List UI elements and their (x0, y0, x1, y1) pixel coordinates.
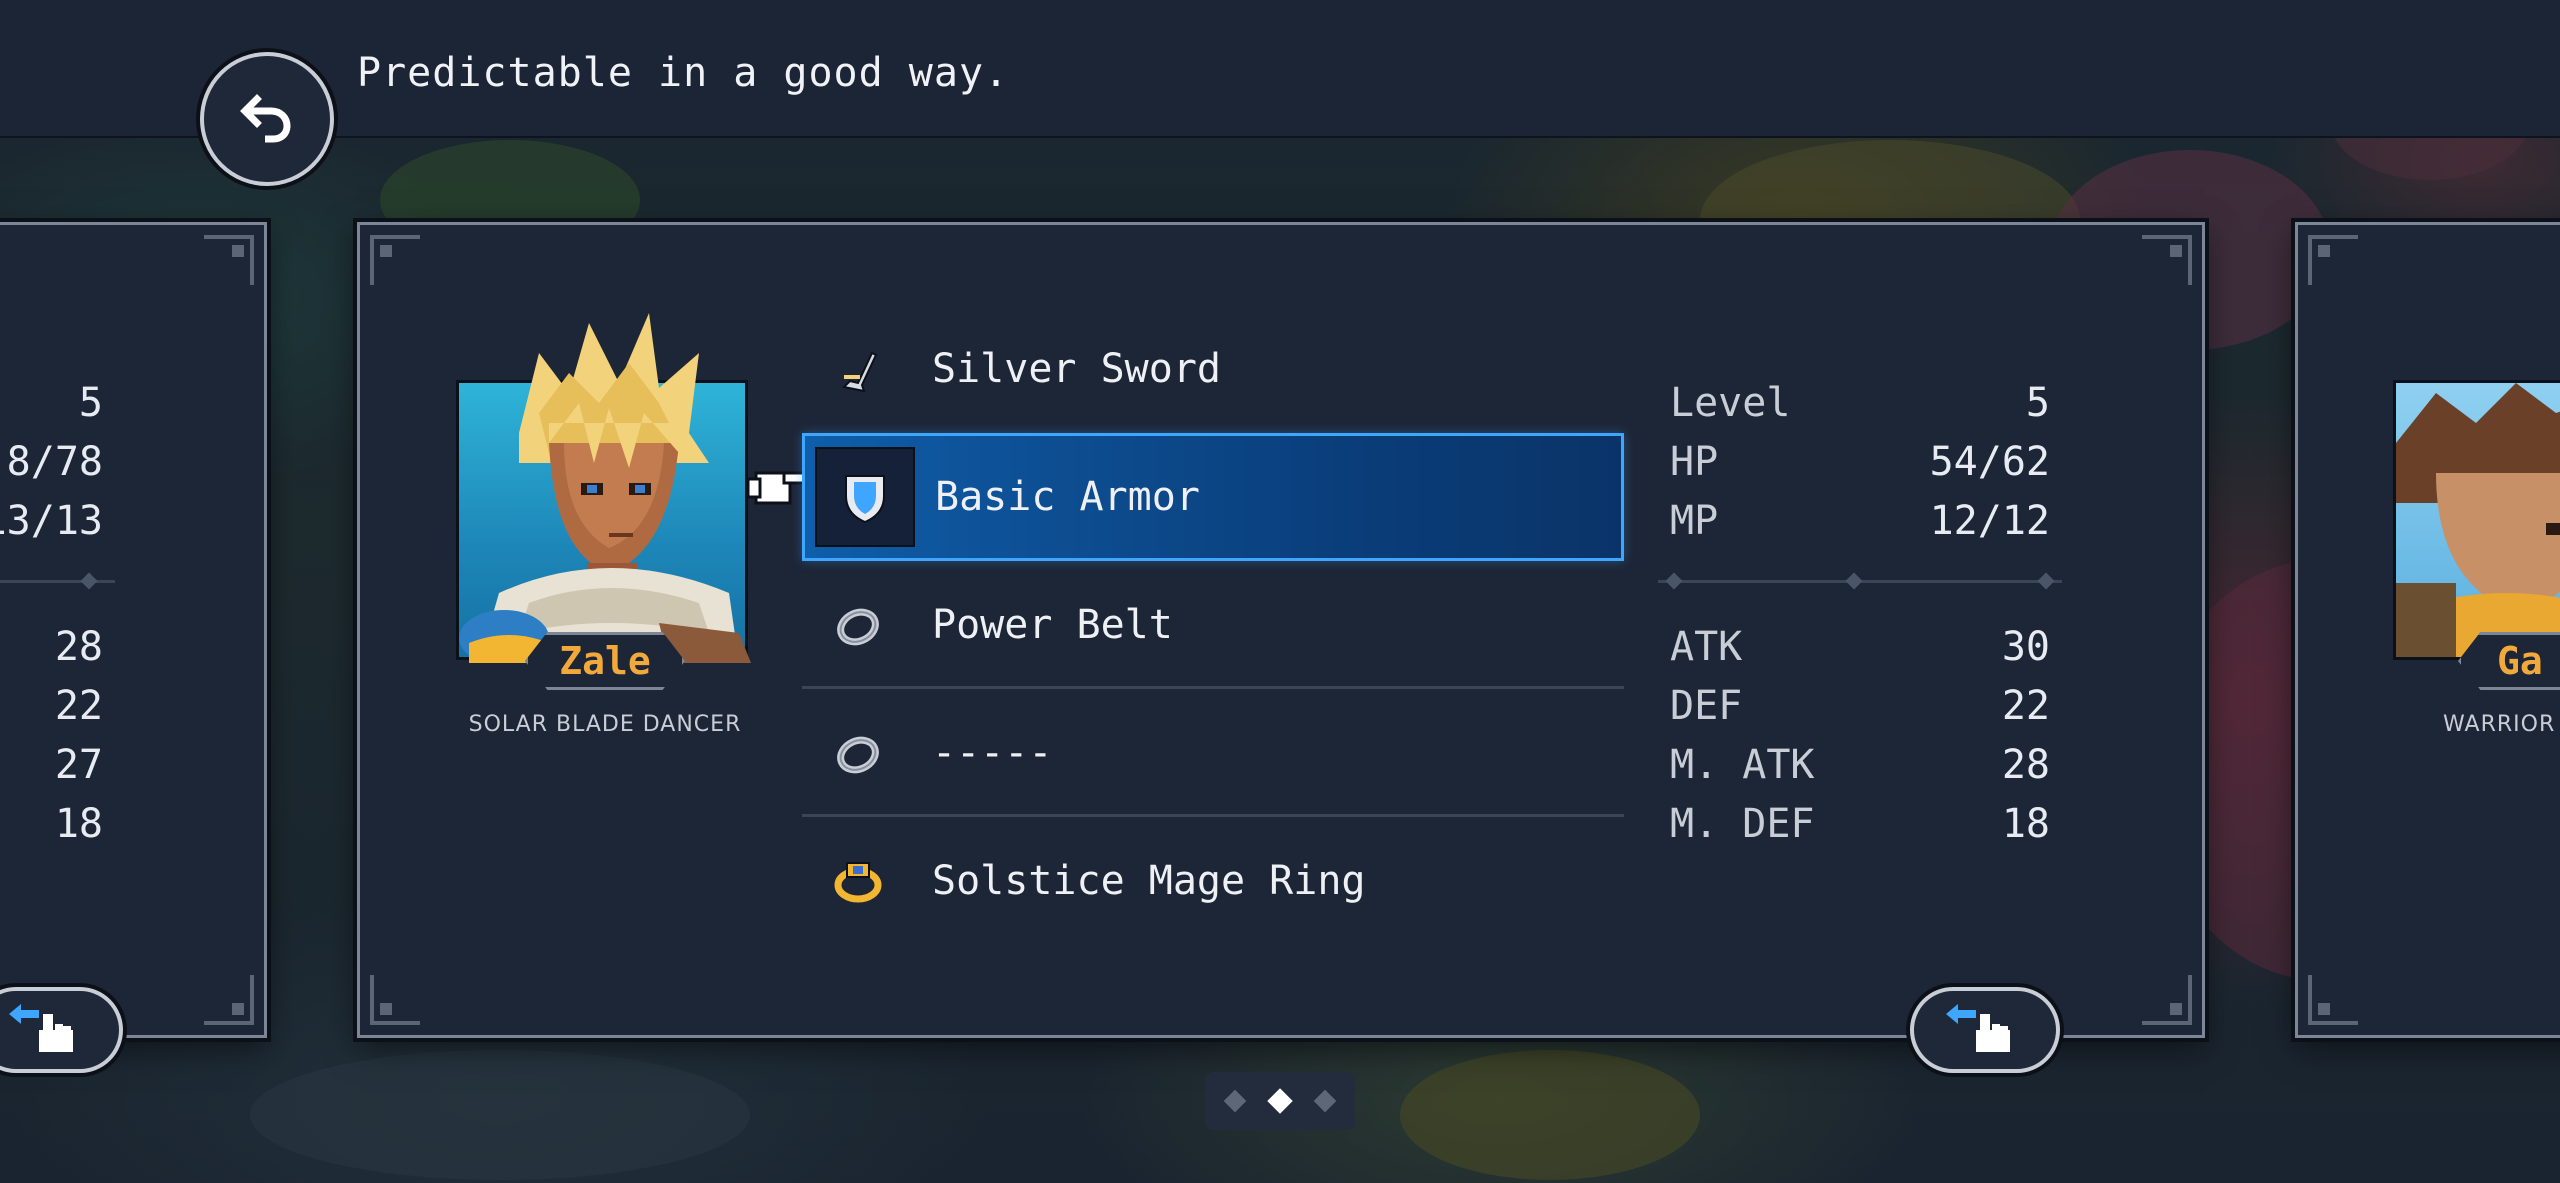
page-indicator (1205, 1072, 1355, 1130)
equip-label: Basic Armor (935, 474, 1200, 520)
swap-hand-icon (1940, 1000, 2030, 1060)
character-portrait (456, 313, 751, 663)
ring-icon (830, 597, 886, 653)
next-portrait-art (2396, 383, 2560, 657)
shield-icon (815, 447, 915, 547)
sword-icon (830, 341, 886, 397)
next-character-class: WARRIOR (2443, 712, 2556, 737)
undo-arrow-icon (235, 85, 299, 153)
next-character-portrait (2393, 380, 2560, 660)
gold-ring-icon (830, 853, 886, 909)
prev-stats: 5 8/78 13/13 28 22 27 18 (0, 373, 115, 853)
next-character-panel[interactable]: Ga WARRIOR (2295, 222, 2560, 1038)
page-dot[interactable] (1223, 1089, 1247, 1113)
equip-label: Power Belt (932, 602, 1173, 648)
character-stats: Level 5 HP 54/62 MP 12/12 ATK 30 DEF 22 … (1658, 373, 2062, 853)
tooltip-text: Predictable in a good way. (357, 50, 1010, 96)
zale-portrait-art (459, 313, 751, 663)
prev-mdef-value: 18 (54, 800, 103, 847)
panel-corner-ornament (370, 975, 420, 1025)
stat-divider (0, 572, 115, 590)
prev-matk-value: 27 (54, 741, 103, 788)
prev-mp-value: 13/13 (0, 497, 103, 544)
stat-atk: ATK 30 (1670, 623, 2050, 670)
character-name-plate: Zale (525, 632, 685, 690)
swap-hand-icon (3, 1000, 93, 1060)
equip-label: Solstice Mage Ring (932, 858, 1366, 904)
swap-character-button[interactable] (1910, 987, 2060, 1073)
top-tooltip-bar: Predictable in a good way. (0, 0, 2560, 186)
equip-slot-weapon[interactable]: Silver Sword (802, 305, 1624, 433)
equip-slot-accessory-2[interactable]: ----- (802, 689, 1624, 817)
panel-corner-ornament (2308, 975, 2358, 1025)
character-name: Zale (559, 639, 651, 683)
panel-corner-ornament (204, 235, 254, 285)
stat-def: DEF 22 (1670, 682, 2050, 729)
prev-atk-value: 28 (54, 623, 103, 670)
panel-corner-ornament (2142, 975, 2192, 1025)
equip-slot-accessory-1[interactable]: Power Belt (802, 561, 1624, 689)
equip-label: ----- (932, 730, 1053, 776)
back-button[interactable] (200, 52, 334, 186)
prev-swap-button[interactable] (0, 987, 123, 1073)
equip-slot-armor[interactable]: Basic Armor (802, 433, 1624, 561)
panel-corner-ornament (370, 235, 420, 285)
prev-level-value: 5 (78, 379, 103, 426)
character-class: SOLAR BLADE DANCER (468, 712, 742, 737)
panel-corner-ornament (2142, 235, 2192, 285)
ring-icon (830, 725, 886, 781)
character-equipment-panel: Zale SOLAR BLADE DANCER Silver Sword Bas… (357, 222, 2205, 1073)
stat-divider (1658, 572, 2062, 590)
panel-corner-ornament (2308, 235, 2358, 285)
stat-matk: M. ATK 28 (1670, 741, 2050, 788)
prev-hp-value: 8/78 (6, 438, 103, 485)
equip-slot-accessory-3[interactable]: Solstice Mage Ring (802, 817, 1624, 945)
stat-mp: MP 12/12 (1670, 497, 2050, 544)
equip-label: Silver Sword (932, 346, 1221, 392)
prev-character-panel[interactable]: 5 8/78 13/13 28 22 27 18 (0, 222, 267, 1073)
page-dot-active[interactable] (1267, 1088, 1293, 1114)
panel-corner-ornament (204, 975, 254, 1025)
page-dot[interactable] (1313, 1089, 1337, 1113)
equipment-list: Silver Sword Basic Armor Power Belt ----… (802, 305, 1624, 945)
stat-mdef: M. DEF 18 (1670, 800, 2050, 847)
stat-hp: HP 54/62 (1670, 438, 2050, 485)
prev-def-value: 22 (54, 682, 103, 729)
stat-level: Level 5 (1670, 379, 2050, 426)
